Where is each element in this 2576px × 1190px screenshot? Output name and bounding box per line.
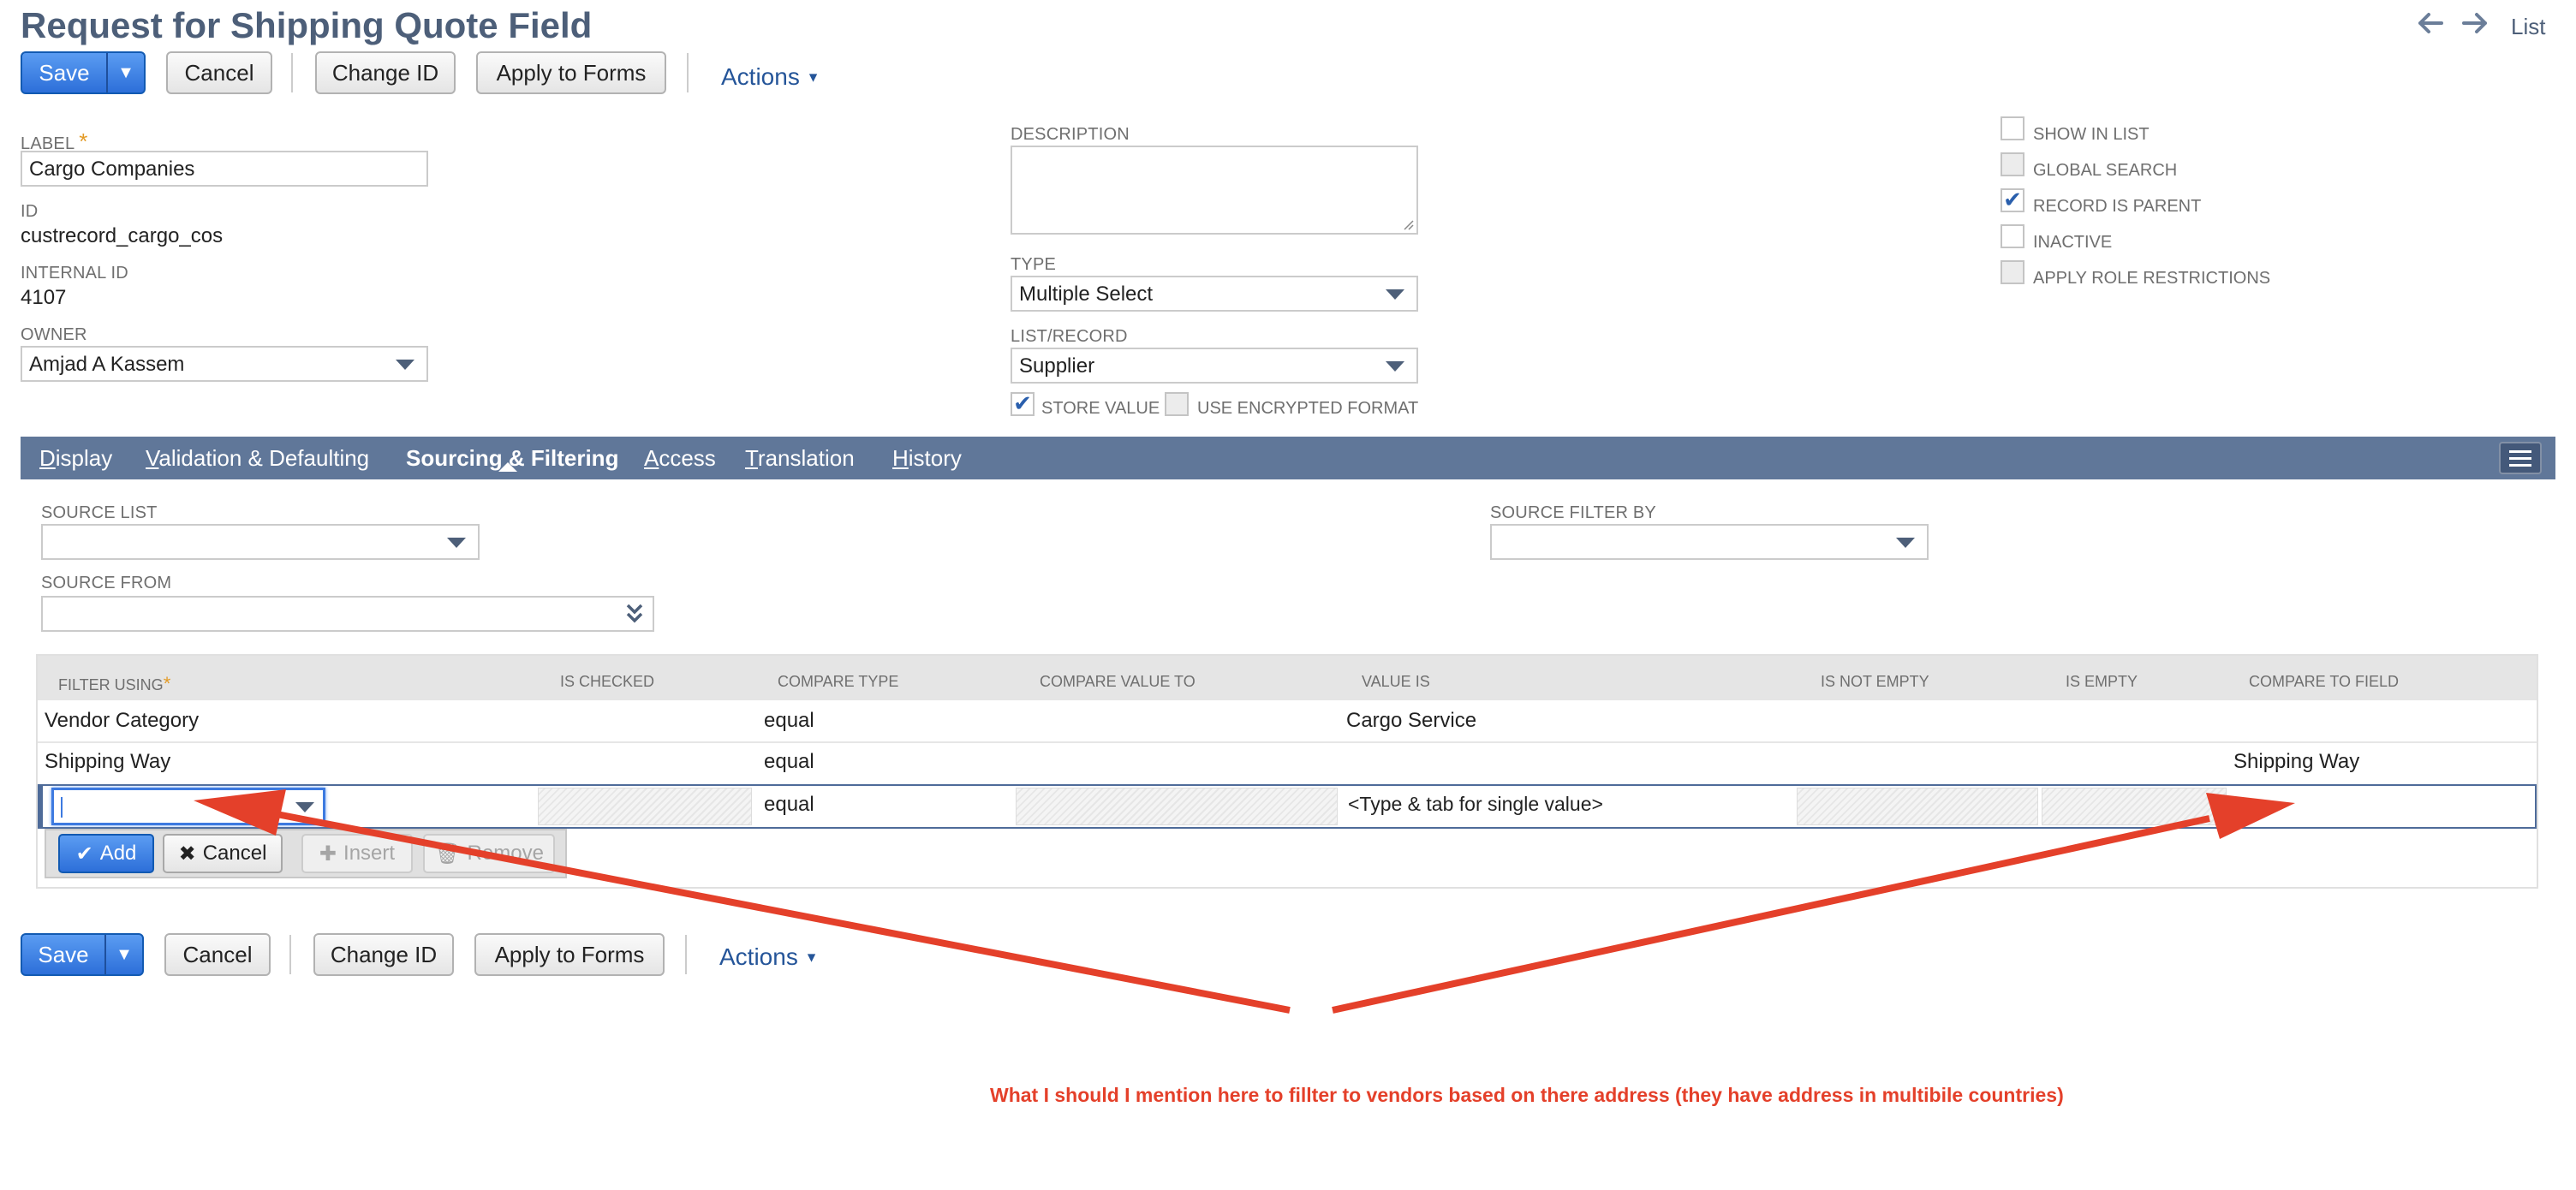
arrow-to-compare-to-field — [1332, 793, 2295, 1014]
arrow-to-filter-using — [194, 789, 1291, 1014]
annotation-note: What I should I mention here to fillter … — [990, 1084, 2064, 1106]
annotation-arrows — [194, 789, 2295, 1014]
